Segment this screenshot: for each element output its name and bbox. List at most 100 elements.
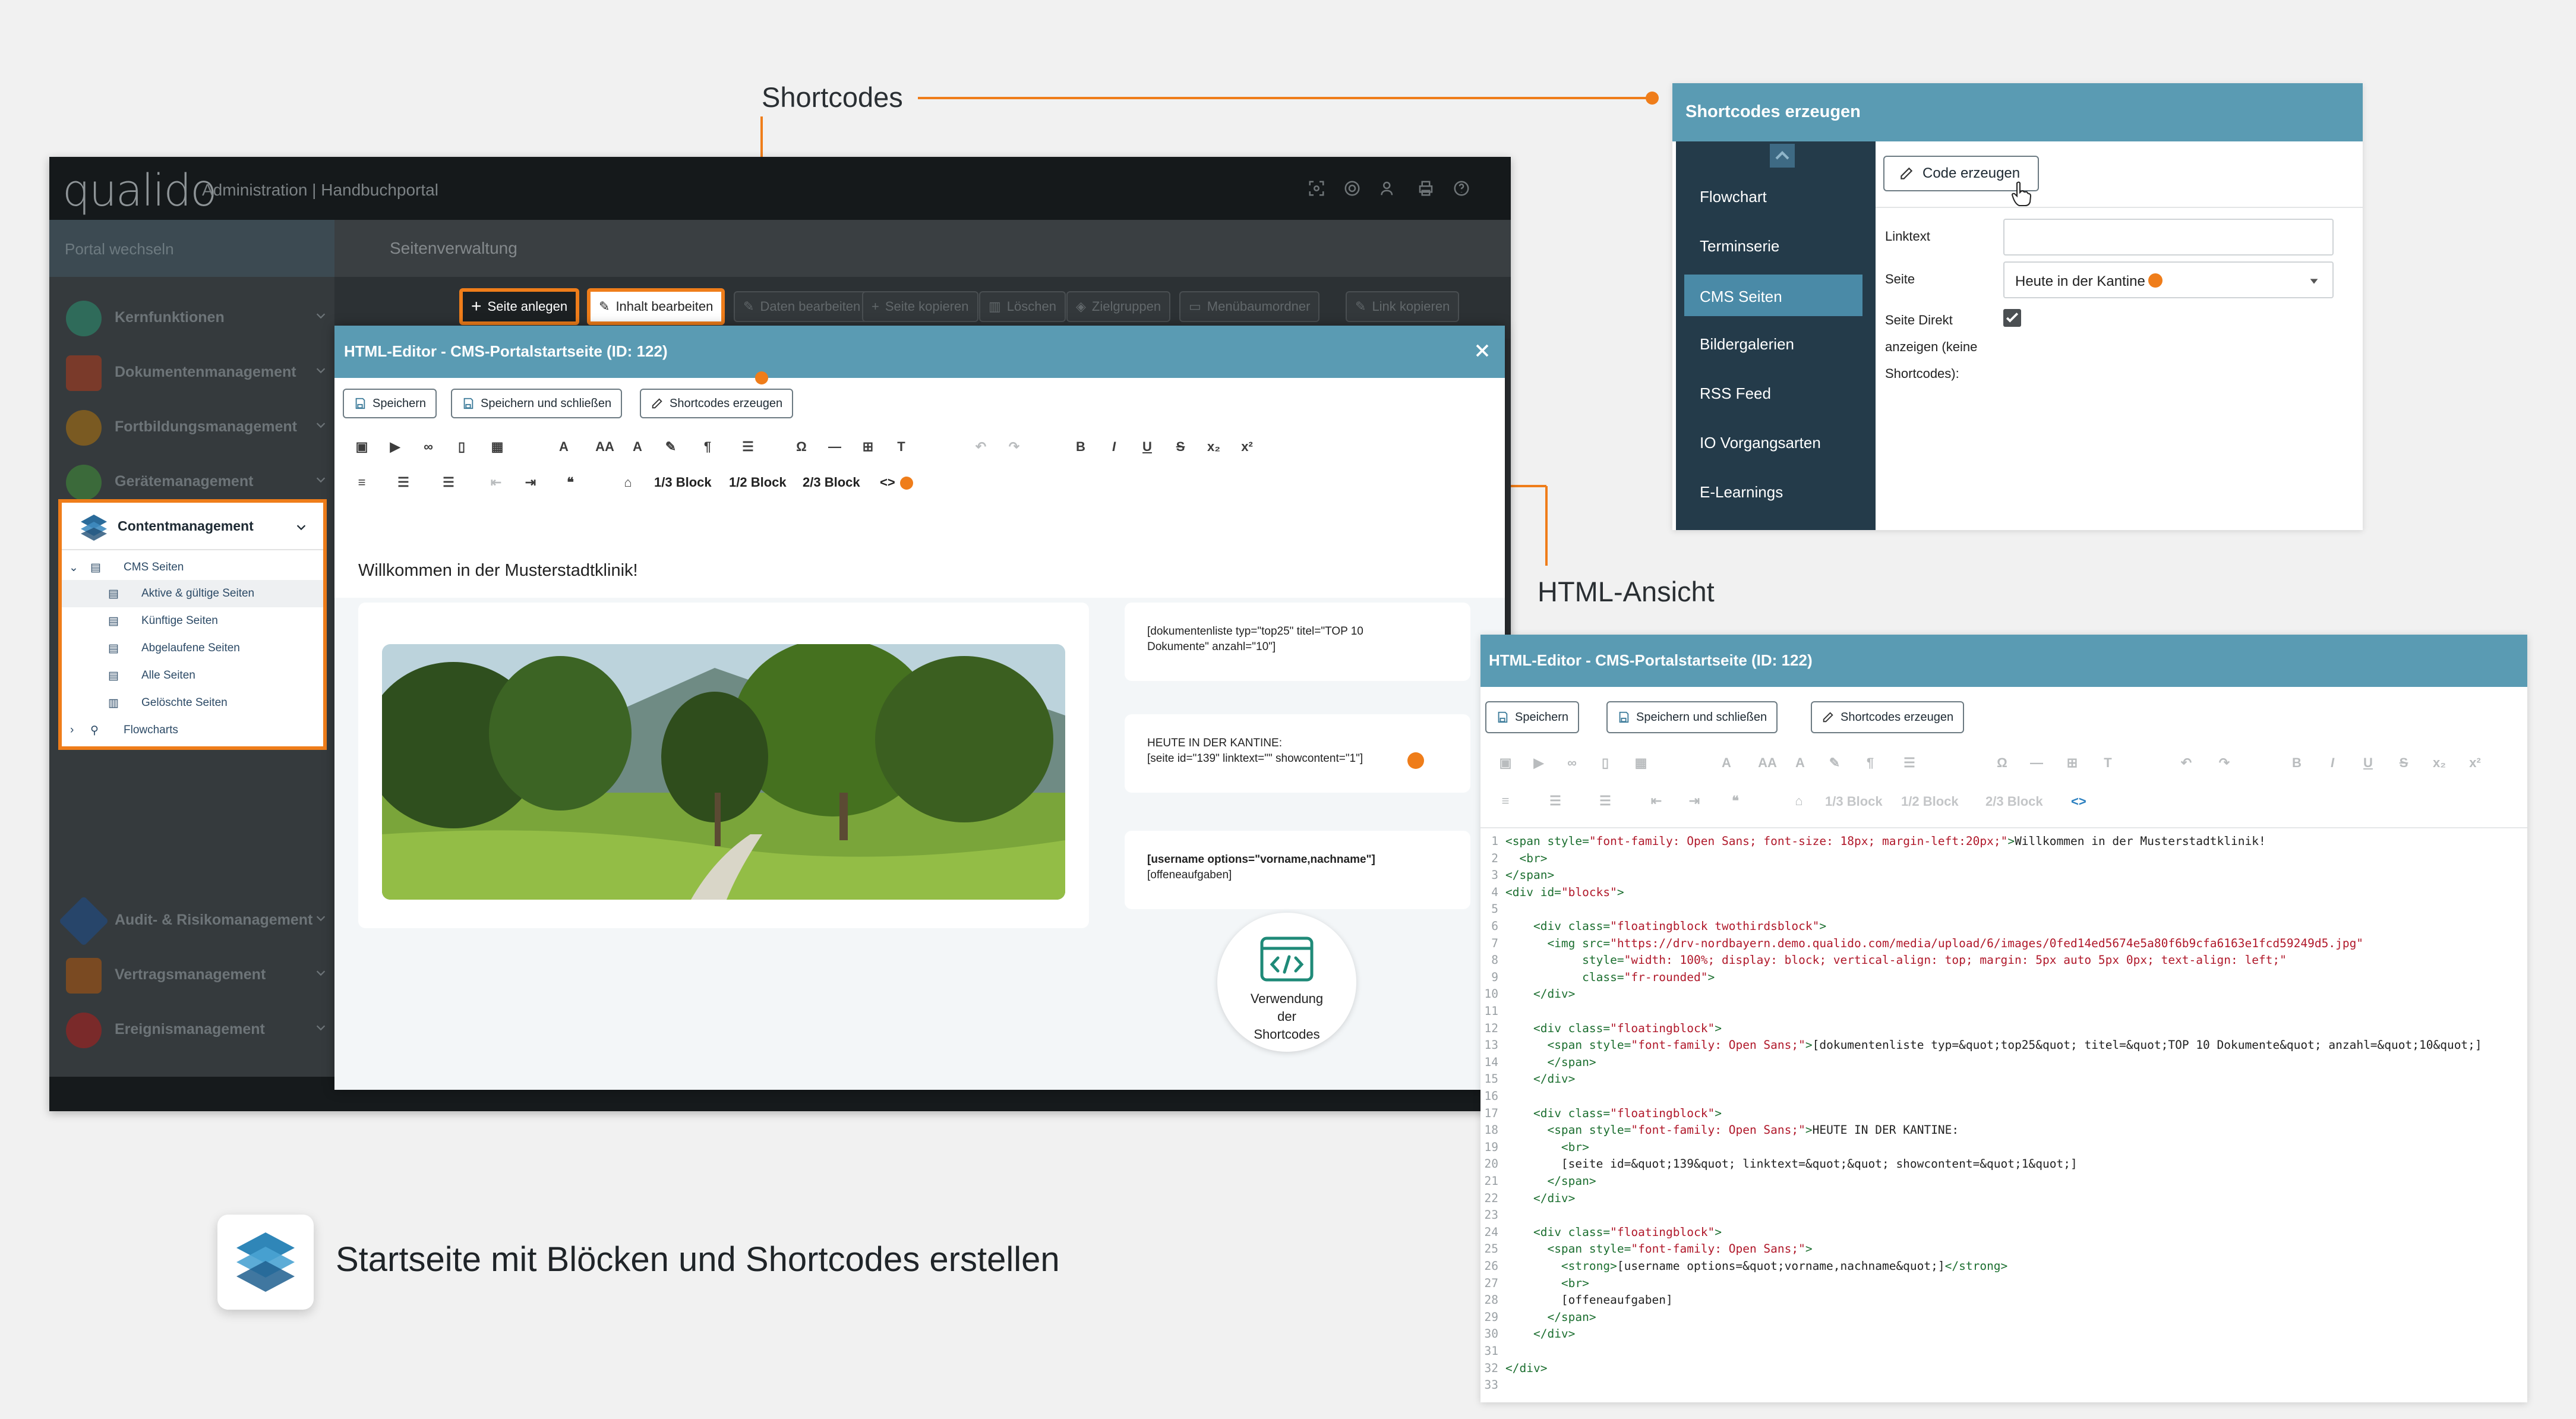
seite-kopieren-button[interactable]: + Seite kopieren bbox=[862, 291, 978, 322]
superscript-icon[interactable]: x² bbox=[1238, 437, 1257, 456]
save-button[interactable]: Speichern bbox=[343, 389, 437, 418]
tree-item-kuenftige-seiten[interactable]: ▤ Künftige Seiten bbox=[62, 607, 323, 635]
video-icon[interactable]: ▶ bbox=[386, 437, 405, 456]
sidebar-item-vertragsmanagement[interactable]: Vertragsmanagement bbox=[66, 947, 327, 1001]
seite-value: Heute in der Kantine bbox=[2015, 273, 2145, 289]
print-icon[interactable] bbox=[1417, 179, 1435, 197]
italic-icon[interactable]: I bbox=[1104, 437, 1123, 456]
sidebar-item-kernfunktionen[interactable]: Kernfunktionen bbox=[66, 290, 327, 343]
portal-switch[interactable]: Portal wechseln bbox=[49, 220, 334, 277]
help-icon[interactable] bbox=[1453, 179, 1470, 197]
code-line: 20 [seite id=&quot;139&quot; linktext=&q… bbox=[1480, 1156, 2527, 1173]
outdent-icon[interactable]: ⇤ bbox=[487, 473, 506, 492]
special-char-icon[interactable]: Ω bbox=[792, 437, 811, 456]
nav-item-io-vorgangsarten[interactable]: IO Vorgangsarten bbox=[1676, 420, 1876, 465]
tree-item-alle-seiten[interactable]: ▤ Alle Seiten bbox=[62, 662, 323, 689]
settings-icon[interactable] bbox=[1343, 179, 1361, 197]
loeschen-button[interactable]: ▥ Löschen bbox=[979, 291, 1066, 322]
zielgruppen-button[interactable]: ◈ Zielgruppen bbox=[1066, 291, 1171, 322]
nav-item-e-learnings[interactable]: E-Learnings bbox=[1676, 469, 1876, 514]
tree-item-flowcharts[interactable]: › ⚲ Flowcharts bbox=[62, 717, 323, 744]
inhalt-bearbeiten-button[interactable]: ✎ Inhalt bearbeiten bbox=[587, 288, 725, 325]
seite-direkt-checkbox[interactable] bbox=[2003, 309, 2021, 327]
link-kopieren-button[interactable]: ✎ Link kopieren bbox=[1346, 291, 1460, 322]
welcome-text[interactable]: Willkommen in der Musterstadtklinik! bbox=[358, 561, 638, 581]
nav-item-bildergalerien[interactable]: Bildergalerien bbox=[1676, 321, 1876, 366]
doclist-block[interactable]: [dokumentenliste typ="top25" titel="TOP … bbox=[1125, 603, 1470, 681]
undo-icon[interactable]: ↶ bbox=[971, 437, 990, 456]
sidebar-item-ereignismanagement[interactable]: Ereignismanagement bbox=[66, 1002, 327, 1055]
save-icon bbox=[355, 398, 365, 409]
indent-icon[interactable]: ⇥ bbox=[521, 473, 540, 492]
strikethrough-icon[interactable]: S bbox=[1171, 437, 1190, 456]
table-icon[interactable]: ▦ bbox=[488, 437, 507, 456]
ordered-list-icon[interactable]: ☰ bbox=[394, 473, 413, 492]
nav-item-flowchart[interactable]: Flowchart bbox=[1676, 174, 1876, 219]
daten-bearbeiten-button[interactable]: ✎ Daten bearbeiten bbox=[734, 291, 870, 322]
code-token: <div bbox=[1533, 1225, 1568, 1239]
redo-icon[interactable]: ↷ bbox=[1005, 437, 1024, 456]
quote-icon[interactable]: ❝ bbox=[555, 473, 585, 492]
block-half-button[interactable]: 1/2 Block bbox=[729, 475, 787, 490]
link-icon[interactable]: ∞ bbox=[419, 437, 438, 456]
nav-item-rss-feed[interactable]: RSS Feed bbox=[1676, 370, 1876, 415]
close-icon[interactable] bbox=[1472, 340, 1493, 361]
seite-anlegen-button[interactable]: + Seite anlegen bbox=[459, 288, 580, 325]
bold-icon[interactable]: B bbox=[1071, 437, 1090, 456]
save-close-button[interactable]: Speichern und schließen bbox=[451, 389, 623, 418]
line-height-icon[interactable]: ☰ bbox=[738, 437, 757, 456]
sidebar-item-audit[interactable]: Audit- & Risikomanagement bbox=[58, 893, 327, 947]
block-two-thirds-button[interactable]: 2/3 Block bbox=[803, 475, 860, 490]
save-button[interactable]: Speichern bbox=[1485, 701, 1580, 733]
usage-line: Shortcodes bbox=[1254, 1027, 1320, 1042]
code-token: class= bbox=[1568, 1106, 1611, 1120]
tree-item-geloeschte-seiten[interactable]: ▥ Gelöschte Seiten bbox=[62, 689, 323, 717]
text-color-icon[interactable]: A bbox=[628, 437, 647, 456]
kantine-block[interactable]: HEUTE IN DER KANTINE: [seite id="139" li… bbox=[1125, 714, 1470, 793]
line-number: 14 bbox=[1484, 1055, 1498, 1069]
code-view-icon[interactable]: <> bbox=[2071, 794, 2086, 809]
unordered-list-icon[interactable]: ☰ bbox=[439, 473, 458, 492]
code-token: "font-family: Open Sans;" bbox=[1631, 1123, 1805, 1137]
format-painter-icon[interactable]: ⌂ bbox=[618, 473, 637, 492]
image-block[interactable] bbox=[358, 603, 1089, 928]
tree-item-cms-seiten[interactable]: ⌄ ▤ CMS Seiten bbox=[62, 554, 323, 581]
paragraph-icon[interactable]: ¶ bbox=[698, 437, 717, 456]
scan-icon[interactable] bbox=[1308, 179, 1325, 197]
horizontal-line-icon[interactable]: — bbox=[825, 437, 844, 456]
code-view-icon[interactable]: <> bbox=[880, 475, 895, 490]
align-icon[interactable]: ≡ bbox=[352, 473, 371, 492]
sidebar-item-fortbildungsmanagement[interactable]: Fortbildungsmanagement bbox=[66, 399, 327, 453]
shortcodes-button[interactable]: Shortcodes erzeugen bbox=[640, 389, 794, 418]
block-third-button[interactable]: 1/3 Block bbox=[654, 475, 712, 490]
contentmanagement-header[interactable]: Contentmanagement bbox=[62, 503, 323, 550]
ordered-list-icon: ☰ bbox=[1549, 793, 1561, 808]
font-family-icon[interactable]: A bbox=[554, 437, 573, 456]
font-size-icon[interactable]: AA bbox=[590, 437, 620, 456]
sidebar-item-dokumentenmanagement[interactable]: Dokumentenmanagement bbox=[66, 345, 327, 398]
save-close-button[interactable]: Speichern und schließen bbox=[1606, 701, 1778, 733]
clear-format-icon[interactable]: T bbox=[892, 437, 911, 456]
layers-icon bbox=[236, 1232, 295, 1292]
code-view[interactable]: 1 <span style="font-family: Open Sans; fo… bbox=[1480, 827, 2527, 1402]
seite-select[interactable]: Heute in der Kantine bbox=[2003, 261, 2334, 298]
highlight-icon[interactable]: ✎ bbox=[661, 437, 680, 456]
underline-icon[interactable]: U bbox=[1138, 437, 1157, 456]
chevron-up-icon[interactable] bbox=[1770, 144, 1795, 168]
users-icon[interactable] bbox=[1380, 179, 1398, 197]
file-icon[interactable]: ▯ bbox=[452, 437, 471, 456]
image-icon[interactable]: ▣ bbox=[352, 437, 371, 456]
tree-item-abgelaufene-seiten[interactable]: ▤ Abgelaufene Seiten bbox=[62, 635, 323, 662]
subscript-icon[interactable]: x₂ bbox=[1204, 437, 1223, 456]
tree-item-aktive-seiten[interactable]: ▤ Aktive & gültige Seiten bbox=[62, 580, 323, 607]
menuebaumordner-button[interactable]: ▭ Menübaumordner bbox=[1179, 291, 1320, 322]
code-line: 30 </div> bbox=[1480, 1326, 2527, 1343]
user-block[interactable]: [username options="vorname,nachname"] [o… bbox=[1125, 831, 1470, 909]
page-icon: ▤ bbox=[90, 562, 101, 574]
linktext-input[interactable] bbox=[2003, 219, 2334, 256]
nav-item-cms-seiten[interactable]: CMS Seiten bbox=[1684, 275, 1862, 316]
select-all-icon[interactable]: ⊞ bbox=[858, 437, 877, 456]
nav-item-terminserie[interactable]: Terminserie bbox=[1676, 223, 1876, 268]
shortcodes-button[interactable]: Shortcodes erzeugen bbox=[1811, 701, 1965, 733]
